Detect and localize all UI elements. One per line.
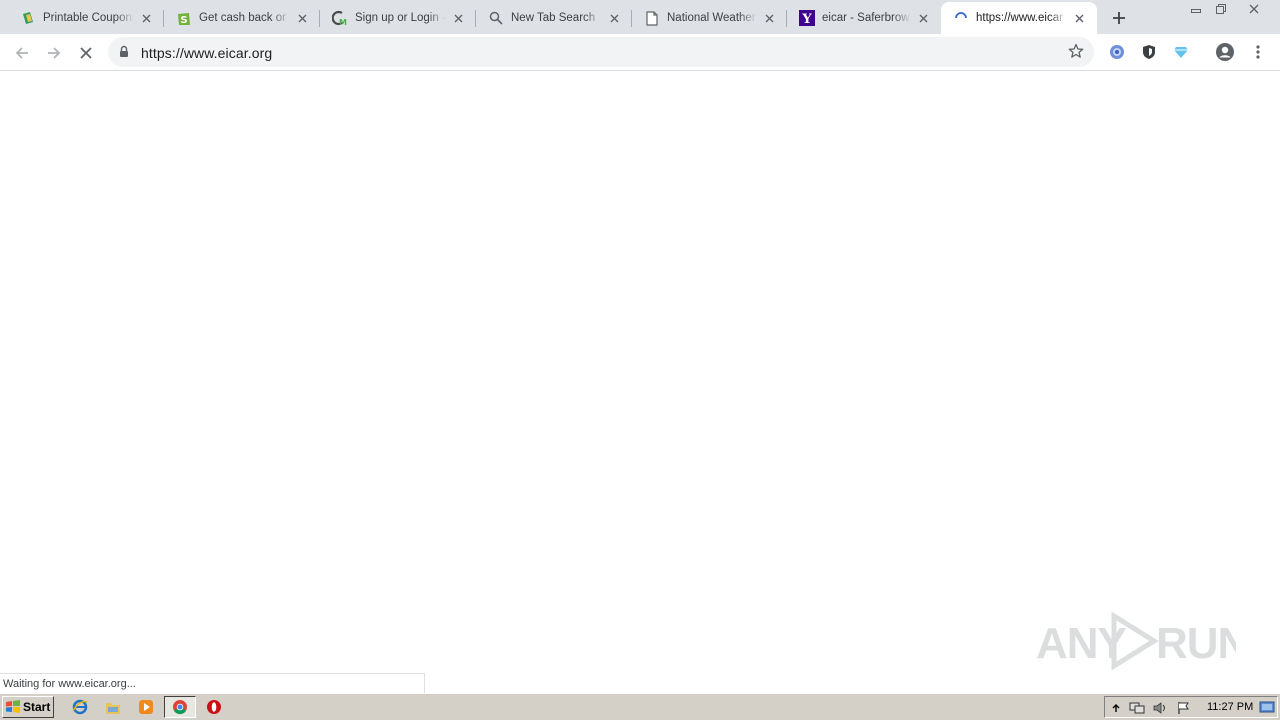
start-button[interactable]: Start xyxy=(2,696,54,718)
minimize-button[interactable] xyxy=(1183,0,1208,18)
search-icon xyxy=(488,10,504,26)
show-desktop-icon[interactable] xyxy=(1256,696,1278,718)
tab-printable-coupons[interactable]: Printable Coupons, xyxy=(8,2,164,34)
tab-title: Sign up or Login - F xyxy=(355,12,446,24)
tab-national-weather[interactable]: National Weather A xyxy=(632,2,787,34)
tab-title: National Weather A xyxy=(667,12,757,24)
document-icon xyxy=(644,10,660,26)
bookmark-star-icon[interactable] xyxy=(1068,43,1086,61)
tab-sign-up-login[interactable]: M Sign up or Login - F xyxy=(320,2,476,34)
close-tab-icon[interactable] xyxy=(606,10,622,26)
close-tab-icon[interactable] xyxy=(1071,10,1087,26)
close-icon xyxy=(80,47,92,59)
arrow-right-icon xyxy=(48,47,61,59)
coupons-icon xyxy=(20,10,36,26)
shopping-bag-icon: S xyxy=(176,10,192,26)
svg-text:Y: Y xyxy=(801,12,812,26)
windows-logo-icon xyxy=(6,700,20,713)
tab-eicar-active[interactable]: https://www.eicar xyxy=(941,2,1097,34)
back-button[interactable] xyxy=(8,39,36,67)
tab-title: Get cash back or sa xyxy=(199,12,290,24)
tab-title: https://www.eicar xyxy=(976,12,1063,24)
new-tab-button[interactable] xyxy=(1108,7,1130,29)
close-tab-icon[interactable] xyxy=(450,10,466,26)
windows-taskbar: Start 11:27 PM xyxy=(0,693,1280,720)
plus-icon xyxy=(1113,12,1125,24)
lock-icon xyxy=(119,45,129,63)
menu-kebab-icon[interactable] xyxy=(1247,41,1269,63)
url-text[interactable]: https://www.eicar.org xyxy=(141,45,272,61)
svg-text:RUN: RUN xyxy=(1156,619,1236,668)
restore-icon xyxy=(1215,4,1226,14)
profile-avatar-icon[interactable] xyxy=(1214,41,1236,63)
anyrun-watermark: ANY RUN xyxy=(1036,608,1249,674)
loading-spinner-icon xyxy=(953,10,969,26)
tab-strip: Printable Coupons, S Get cash back or sa… xyxy=(0,0,1280,34)
internet-explorer-icon[interactable] xyxy=(68,696,92,718)
yahoo-icon: Y xyxy=(799,10,815,26)
extension-diamond-icon[interactable] xyxy=(1170,41,1192,63)
stop-loading-button[interactable] xyxy=(72,39,100,67)
action-center-flag-icon[interactable] xyxy=(1176,700,1192,716)
show-hidden-icons-icon[interactable] xyxy=(1108,700,1124,716)
system-tray: 11:27 PM xyxy=(1104,696,1278,718)
opera-icon[interactable] xyxy=(202,696,226,718)
svg-text:S: S xyxy=(180,15,187,26)
tab-title: New Tab Search xyxy=(511,12,596,24)
file-explorer-icon[interactable] xyxy=(101,696,125,718)
address-bar[interactable]: https://www.eicar.org xyxy=(108,37,1094,67)
close-tab-icon[interactable] xyxy=(761,10,777,26)
forward-button[interactable] xyxy=(40,39,68,67)
tab-title: Printable Coupons, xyxy=(43,12,134,24)
start-label: Start xyxy=(23,700,51,714)
page-content xyxy=(0,72,1280,692)
restore-button[interactable] xyxy=(1208,0,1233,18)
taskbar-clock[interactable]: 11:27 PM xyxy=(1207,701,1253,713)
chrome-taskbar-button[interactable] xyxy=(164,696,196,718)
tab-eicar-saferbrowser[interactable]: Y eicar - Saferbrowse xyxy=(787,2,941,34)
browser-toolbar: https://www.eicar.org xyxy=(0,34,1280,71)
volume-icon[interactable] xyxy=(1152,700,1168,716)
tab-title: eicar - Saferbrowse xyxy=(822,12,911,24)
extension-shield-icon[interactable] xyxy=(1138,41,1160,63)
network-icon[interactable] xyxy=(1129,700,1145,716)
tab-new-tab-search[interactable]: New Tab Search xyxy=(476,2,632,34)
close-tab-icon[interactable] xyxy=(915,10,931,26)
tab-cash-back[interactable]: S Get cash back or sa xyxy=(164,2,320,34)
chrome-icon xyxy=(173,700,187,715)
status-bubble: Waiting for www.eicar.org... xyxy=(0,673,425,693)
cm-logo-icon: M xyxy=(332,10,348,26)
arrow-left-icon xyxy=(15,47,28,59)
close-window-button[interactable] xyxy=(1238,0,1270,18)
extension-globe-icon[interactable] xyxy=(1106,41,1128,63)
svg-text:M: M xyxy=(339,18,347,26)
close-tab-icon[interactable] xyxy=(138,10,154,26)
minimize-icon xyxy=(1190,9,1201,13)
media-player-icon[interactable] xyxy=(134,696,158,718)
close-tab-icon[interactable] xyxy=(294,10,310,26)
close-icon xyxy=(1249,4,1259,14)
